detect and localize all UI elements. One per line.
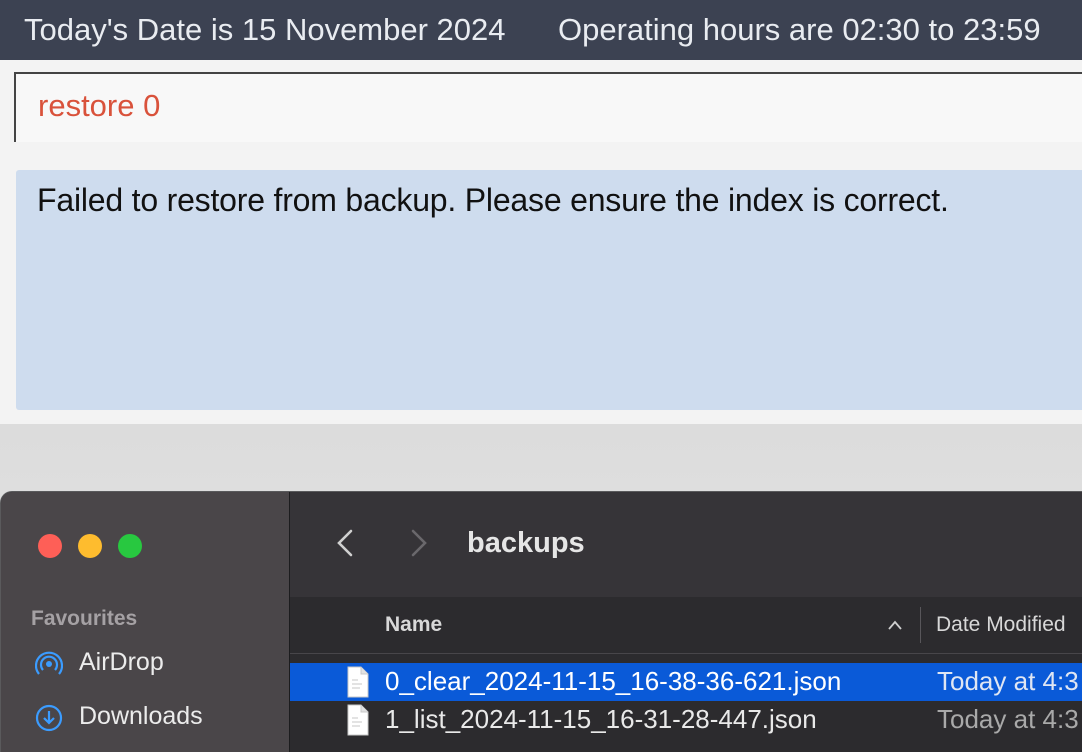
command-input-value: restore 0 — [38, 88, 161, 123]
downloads-icon — [35, 704, 63, 732]
folder-title: backups — [467, 527, 585, 559]
file-date-modified: Today at 4:3 — [937, 666, 1079, 696]
close-window-button[interactable] — [38, 534, 62, 558]
file-row[interactable]: 1_list_2024-11-15_16-31-28-447.json Toda… — [290, 701, 1082, 739]
file-row[interactable]: 0_clear_2024-11-15_16-38-36-621.json Tod… — [290, 663, 1082, 701]
airdrop-icon — [35, 651, 63, 675]
sort-ascending-icon[interactable] — [887, 619, 903, 631]
document-icon — [347, 704, 369, 736]
zoom-window-button[interactable] — [118, 534, 142, 558]
column-header-date-modified[interactable]: Date Modified — [936, 613, 1066, 637]
forward-chevron-icon[interactable] — [408, 528, 430, 558]
column-header-row: Name Date Modified — [290, 597, 1082, 654]
todays-date-label: Today's Date is 15 November 2024 — [24, 12, 506, 47]
operating-hours-label: Operating hours are 02:30 to 23:59 — [558, 12, 1041, 47]
sidebar-item-downloads[interactable]: Downloads — [35, 702, 255, 732]
back-chevron-icon[interactable] — [334, 528, 356, 558]
column-header-name[interactable]: Name — [385, 613, 442, 637]
status-header: Today's Date is 15 November 2024 Operati… — [0, 0, 1082, 60]
document-icon — [347, 666, 369, 698]
command-input[interactable]: restore 0 — [14, 72, 1082, 142]
file-name: 0_clear_2024-11-15_16-38-36-621.json — [385, 666, 842, 696]
result-display: Failed to restore from backup. Please en… — [16, 170, 1082, 410]
finder-sidebar: Favourites AirDrop Downloads — [1, 492, 290, 752]
minimize-window-button[interactable] — [78, 534, 102, 558]
result-message: Failed to restore from backup. Please en… — [37, 182, 949, 218]
finder-toolbar: backups — [290, 492, 1082, 598]
finder-window[interactable]: Favourites AirDrop Downloads backups Nam… — [0, 491, 1082, 752]
sidebar-item-label: Downloads — [79, 702, 203, 730]
file-date-modified: Today at 4:3 — [937, 704, 1079, 734]
file-name: 1_list_2024-11-15_16-31-28-447.json — [385, 704, 817, 734]
column-divider[interactable] — [920, 607, 921, 643]
sidebar-item-airdrop[interactable]: AirDrop — [35, 648, 235, 678]
sidebar-section-favourites: Favourites — [31, 607, 138, 630]
sidebar-item-label: AirDrop — [79, 648, 164, 676]
